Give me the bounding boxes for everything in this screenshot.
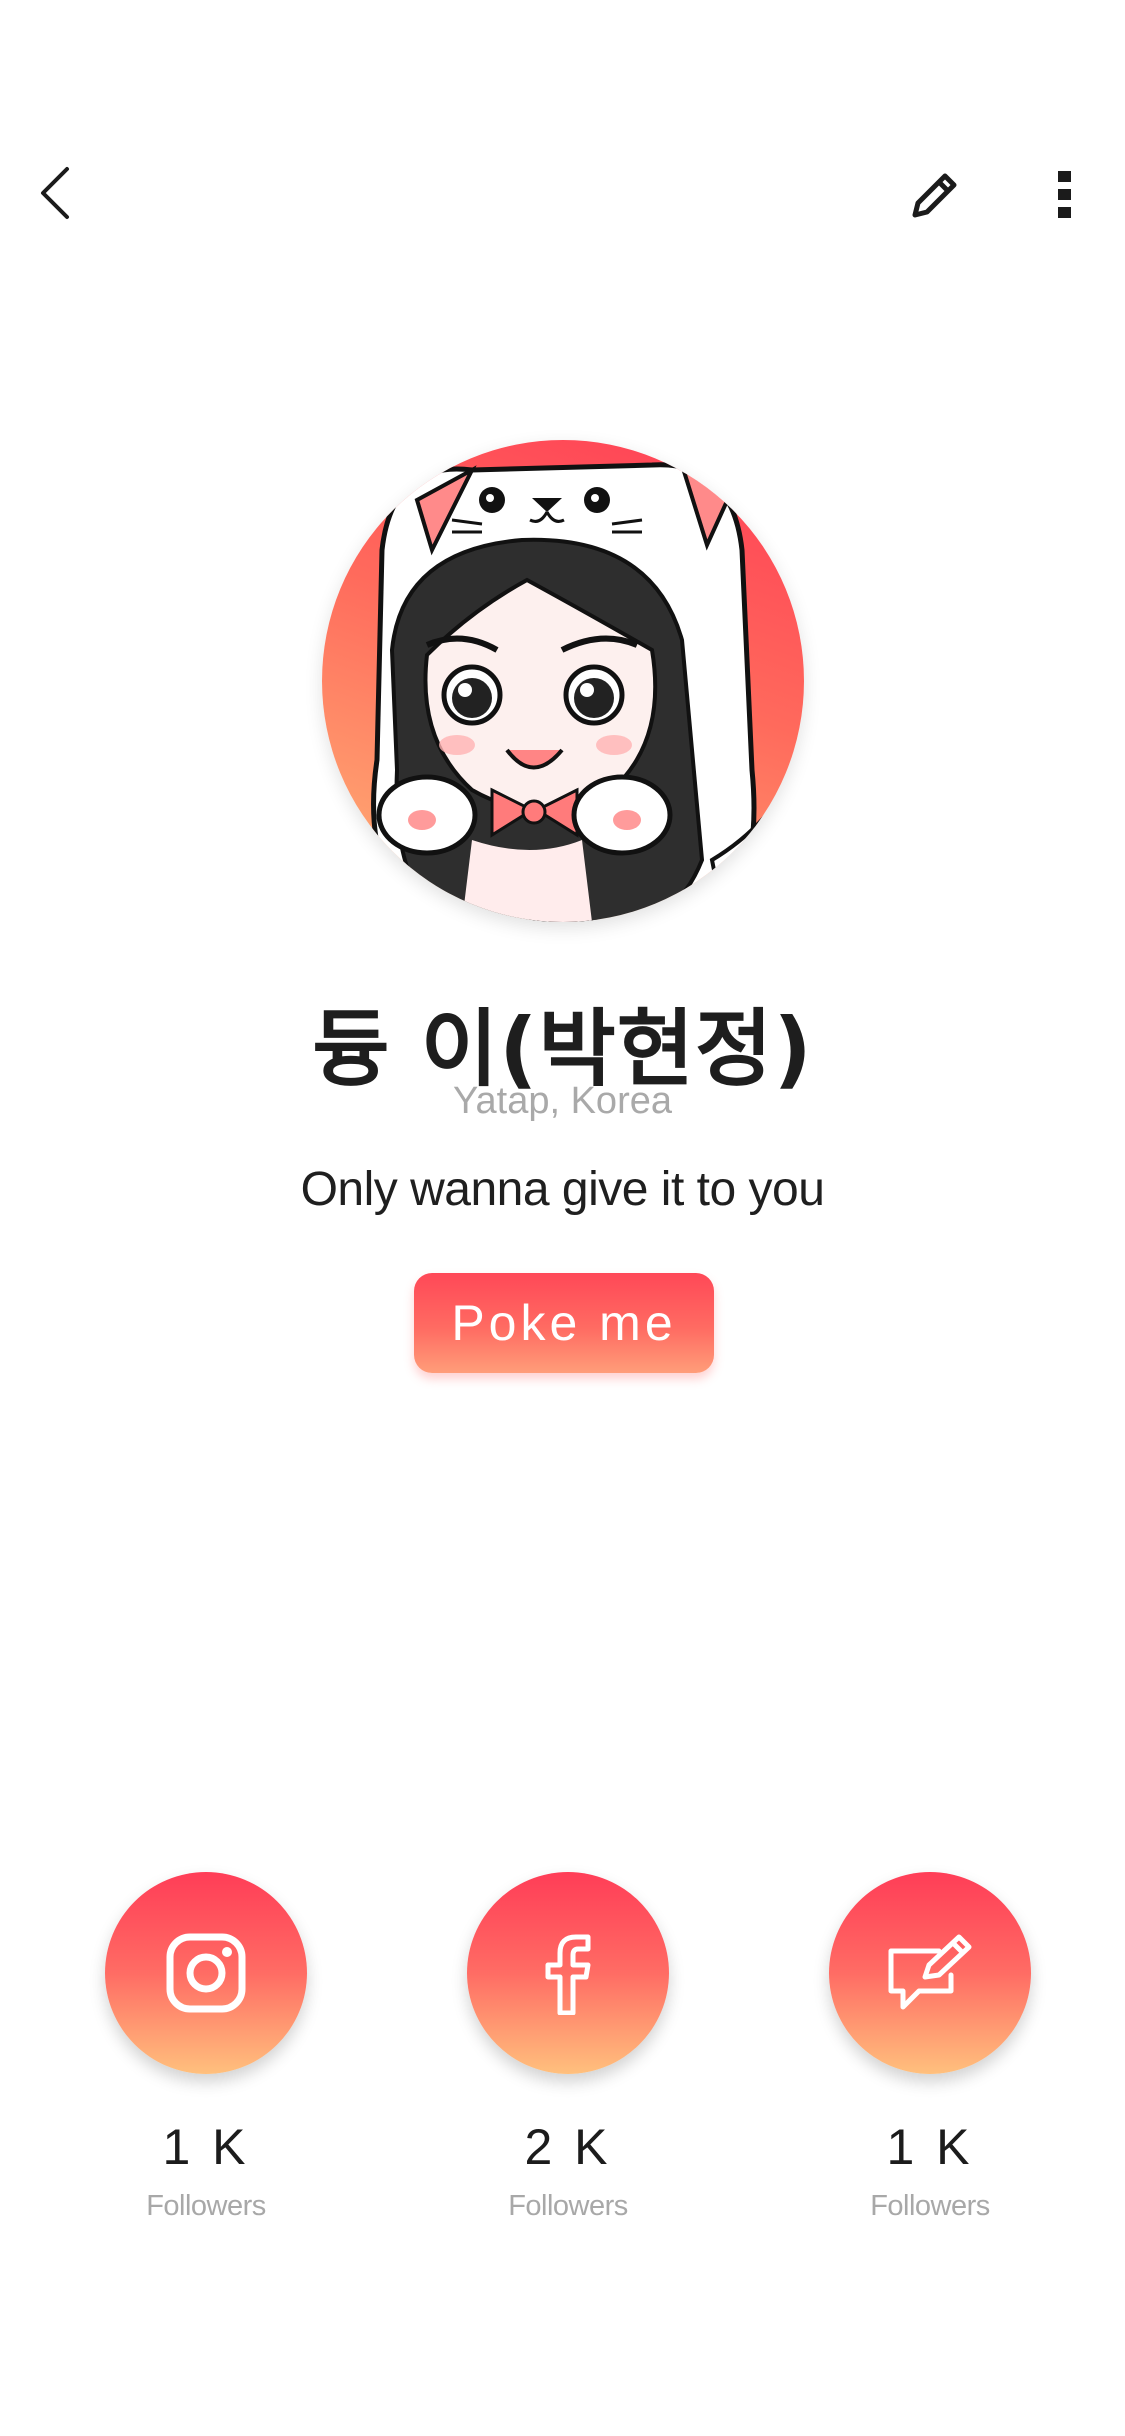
profile-bio: Only wanna give it to you [300, 1163, 825, 1216]
facebook-button[interactable] [467, 1872, 669, 2074]
social-instagram: 1 K Followers [105, 1872, 307, 2223]
profile-location: Yatap, Korea [452, 1080, 672, 1122]
back-button[interactable] [20, 148, 90, 238]
poke-me-button[interactable]: Poke me [414, 1273, 714, 1373]
cat-hood-girl-cartoon [371, 461, 804, 922]
facebook-follower-count: 2 K [524, 2119, 612, 2175]
pencil-icon [912, 173, 957, 218]
blog-button[interactable] [829, 1872, 1031, 2074]
chevron-left-icon [41, 167, 69, 219]
more-vertical-icon [1058, 171, 1071, 218]
instagram-follower-label: Followers [146, 2190, 266, 2222]
social-blog: 1 K Followers [829, 1872, 1031, 2223]
social-facebook: 2 K Followers [467, 1872, 669, 2223]
instagram-follower-count: 1 K [162, 2119, 250, 2175]
avatar[interactable] [322, 440, 804, 922]
blog-edit-icon [888, 1934, 972, 2010]
blog-follower-label: Followers [870, 2190, 990, 2222]
edit-profile-button[interactable] [890, 150, 980, 240]
instagram-button[interactable] [105, 1872, 307, 2074]
top-bar [0, 0, 1125, 280]
more-options-button[interactable] [1030, 150, 1100, 240]
facebook-follower-label: Followers [508, 2190, 628, 2222]
facebook-icon [545, 1934, 591, 2015]
instagram-icon [166, 1933, 246, 2013]
blog-follower-count: 1 K [886, 2119, 974, 2175]
